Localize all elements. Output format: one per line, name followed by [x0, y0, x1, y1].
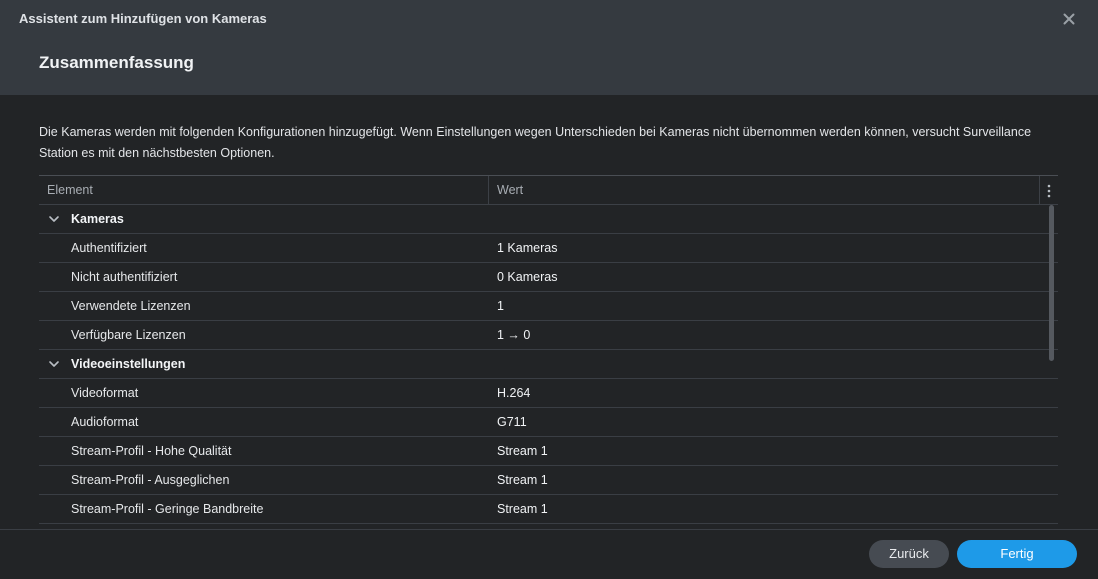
row-value: Stream 1	[497, 473, 548, 487]
table-row[interactable]: Stream-Profil - Ausgeglichen Stream 1	[39, 466, 1058, 495]
table-header: Element Wert	[39, 175, 1058, 205]
row-element: Verfügbare Lizenzen	[71, 328, 186, 342]
finish-button[interactable]: Fertig	[957, 540, 1077, 568]
row-element: Stream-Profil - Ausgeglichen	[71, 473, 230, 487]
window-title: Assistent zum Hinzufügen von Kameras	[19, 11, 267, 26]
row-value: 0 Kameras	[497, 270, 558, 284]
row-element: Verwendete Lizenzen	[71, 299, 191, 313]
table-row[interactable]: Nicht authentifiziert 0 Kameras	[39, 263, 1058, 292]
table-row[interactable]: Verwendete Lizenzen 1	[39, 292, 1058, 321]
column-divider[interactable]	[488, 176, 489, 204]
table-row[interactable]: Stream-Profil - Hohe Qualität Stream 1	[39, 437, 1058, 466]
summary-description: Die Kameras werden mit folgenden Konfigu…	[39, 125, 1032, 160]
row-element: Videoformat	[71, 386, 139, 400]
row-value: Stream 1	[497, 444, 548, 458]
row-value: 1	[497, 299, 504, 313]
row-element: Stream-Profil - Geringe Bandbreite	[71, 502, 264, 516]
row-value: Stream 1	[497, 502, 548, 516]
row-element: Authentifiziert	[71, 241, 147, 255]
close-icon	[1063, 13, 1075, 25]
chevron-down-icon[interactable]	[48, 359, 60, 369]
row-element: Stream-Profil - Hohe Qualität	[71, 444, 232, 458]
more-vertical-icon	[1047, 184, 1051, 198]
row-element: Nicht authentifiziert	[71, 270, 178, 284]
chevron-down-icon[interactable]	[48, 214, 60, 224]
row-element: Audioformat	[71, 415, 139, 429]
back-button[interactable]: Zurück	[869, 540, 949, 568]
add-camera-wizard-dialog: Assistent zum Hinzufügen von Kameras Zus…	[0, 0, 1098, 579]
page-title: Zusammenfassung	[39, 53, 194, 72]
table-row[interactable]: Verfügbare Lizenzen 1 → 0	[39, 321, 1058, 350]
row-value: H.264	[497, 386, 531, 400]
dialog-footer: Zurück Fertig	[0, 529, 1098, 579]
group-label: Kameras	[71, 212, 124, 226]
table-body: Kameras Authentifiziert 1 Kameras Nicht …	[39, 205, 1058, 524]
table-row[interactable]: Audioformat G711	[39, 408, 1058, 437]
group-row-videoeinstellungen[interactable]: Videoeinstellungen	[39, 350, 1058, 379]
group-row-kameras[interactable]: Kameras	[39, 205, 1058, 234]
group-label: Videoeinstellungen	[71, 357, 186, 371]
row-value: 1 → 0	[497, 328, 531, 342]
column-menu-button[interactable]	[1040, 176, 1058, 204]
summary-table: Element Wert Kameras Authentifiziert 1 K…	[39, 175, 1058, 529]
row-value: G711	[497, 415, 527, 429]
table-row[interactable]: Stream-Profil - Geringe Bandbreite Strea…	[39, 495, 1058, 524]
close-button[interactable]	[1059, 9, 1079, 29]
vertical-scrollbar[interactable]	[1049, 205, 1054, 361]
table-row[interactable]: Authentifiziert 1 Kameras	[39, 234, 1058, 263]
row-value: 1 Kameras	[497, 241, 558, 255]
title-bar: Assistent zum Hinzufügen von Kameras Zus…	[0, 0, 1098, 95]
table-row[interactable]: Videoformat H.264	[39, 379, 1058, 408]
column-header-element[interactable]: Element	[47, 176, 93, 204]
column-header-value[interactable]: Wert	[497, 176, 523, 204]
